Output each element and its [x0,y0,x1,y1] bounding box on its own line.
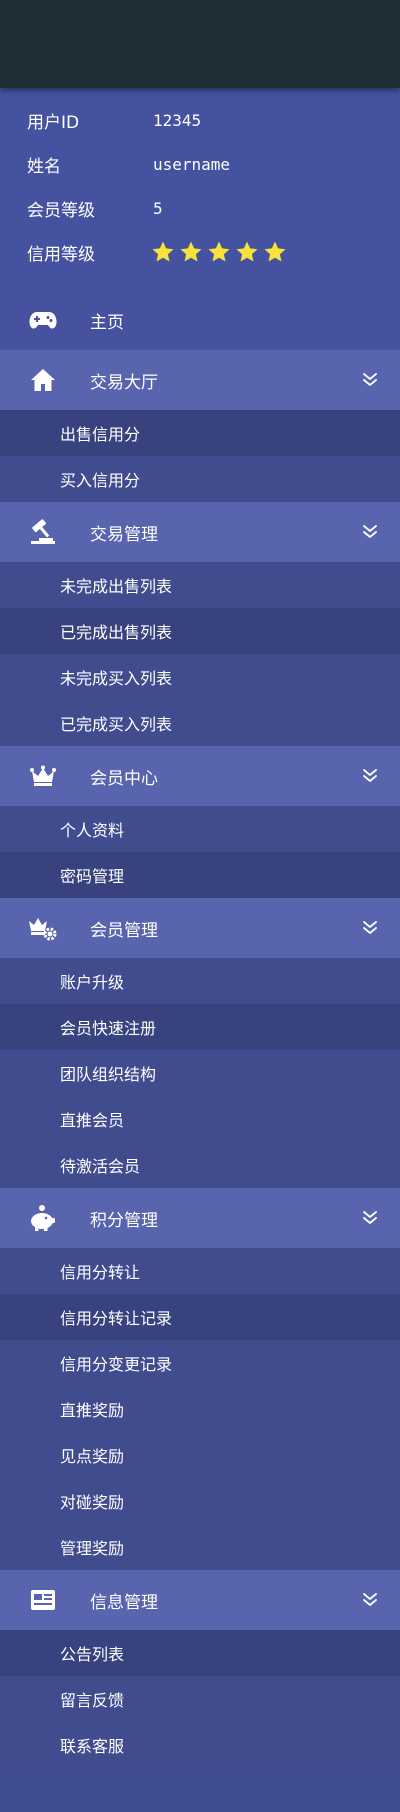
gamepad-icon [28,305,58,335]
menu-section-trade-management[interactable]: 交易管理 [0,502,400,562]
menu-label-member-center: 会员中心 [90,768,158,789]
menu-section-member-management[interactable]: 会员管理 [0,898,400,958]
user-id-row: 用户ID 12345 [0,98,400,142]
submenu-item-quick-register[interactable]: 会员快速注册 [0,1004,400,1050]
menu-section-trading-hall[interactable]: 交易大厅 [0,350,400,410]
star-icon [180,241,202,262]
member-level-row: 会员等级 5 [0,186,400,230]
submenu-item-point-reward[interactable]: 见点奖励 [0,1432,400,1478]
menu-section-info-management[interactable]: 信息管理 [0,1570,400,1630]
menu-label-points-management: 积分管理 [90,1210,158,1231]
double-chevron-down-icon[interactable] [362,524,378,540]
sidebar-menu: 主页 交易大厅 出售信用分 买入信用分 交易管理 未完成出售列表 已完成出售列表… [0,290,400,1768]
submenu-item-credit-change-records[interactable]: 信用分变更记录 [0,1340,400,1386]
top-bar [0,0,400,88]
menu-label-trading-hall: 交易大厅 [90,372,158,393]
crown-icon [28,761,58,791]
user-name-label: 姓名 [27,156,61,177]
menu-item-home[interactable]: 主页 [0,290,400,350]
gavel-icon [28,517,58,547]
submenu-item-credit-transfer-records[interactable]: 信用分转让记录 [0,1294,400,1340]
submenu-item-management-reward[interactable]: 管理奖励 [0,1524,400,1570]
piggy-bank-icon [28,1203,58,1233]
submenu-item-team-structure[interactable]: 团队组织结构 [0,1050,400,1096]
submenu-item-finished-sell-list[interactable]: 已完成出售列表 [0,608,400,654]
crown-gear-icon [28,913,58,943]
newspaper-icon [28,1585,58,1615]
submenu-item-personal-profile[interactable]: 个人资料 [0,806,400,852]
star-icon [208,241,230,262]
menu-label-home: 主页 [90,312,124,333]
menu-label-trade-management: 交易管理 [90,524,158,545]
double-chevron-down-icon[interactable] [362,1210,378,1226]
star-icon [264,241,286,262]
star-icon [152,241,174,262]
credit-level-row: 信用等级 [0,230,400,274]
submenu-item-sell-credit[interactable]: 出售信用分 [0,410,400,456]
member-level-value: 5 [153,198,163,218]
double-chevron-down-icon[interactable] [362,768,378,784]
menu-section-member-center[interactable]: 会员中心 [0,746,400,806]
menu-section-points-management[interactable]: 积分管理 [0,1188,400,1248]
double-chevron-down-icon[interactable] [362,372,378,388]
double-chevron-down-icon[interactable] [362,920,378,936]
star-icon [236,241,258,262]
submenu-item-buy-credit[interactable]: 买入信用分 [0,456,400,502]
user-profile-panel: 用户ID 12345 姓名 username 会员等级 5 信用等级 [0,88,400,290]
submenu-item-credit-transfer[interactable]: 信用分转让 [0,1248,400,1294]
submenu-item-account-upgrade[interactable]: 账户升级 [0,958,400,1004]
submenu-item-match-reward[interactable]: 对碰奖励 [0,1478,400,1524]
submenu-item-direct-members[interactable]: 直推会员 [0,1096,400,1142]
submenu-item-direct-reward[interactable]: 直推奖励 [0,1386,400,1432]
member-level-label: 会员等级 [27,200,95,221]
submenu-item-password-management[interactable]: 密码管理 [0,852,400,898]
submenu-item-finished-buy-list[interactable]: 已完成买入列表 [0,700,400,746]
credit-rating-stars [151,240,287,264]
submenu-item-announcement-list[interactable]: 公告列表 [0,1630,400,1676]
credit-level-label: 信用等级 [27,244,95,265]
home-icon [28,365,58,395]
submenu-item-contact-support[interactable]: 联系客服 [0,1722,400,1768]
user-id-label: 用户ID [27,112,80,133]
menu-label-member-management: 会员管理 [90,920,158,941]
submenu-item-pending-activation[interactable]: 待激活会员 [0,1142,400,1188]
user-id-value: 12345 [153,110,202,130]
submenu-item-unfinished-sell-list[interactable]: 未完成出售列表 [0,562,400,608]
submenu-item-feedback[interactable]: 留言反馈 [0,1676,400,1722]
submenu-item-unfinished-buy-list[interactable]: 未完成买入列表 [0,654,400,700]
double-chevron-down-icon[interactable] [362,1592,378,1608]
user-name-value: username [153,154,231,174]
menu-label-info-management: 信息管理 [90,1592,158,1613]
user-name-row: 姓名 username [0,142,400,186]
